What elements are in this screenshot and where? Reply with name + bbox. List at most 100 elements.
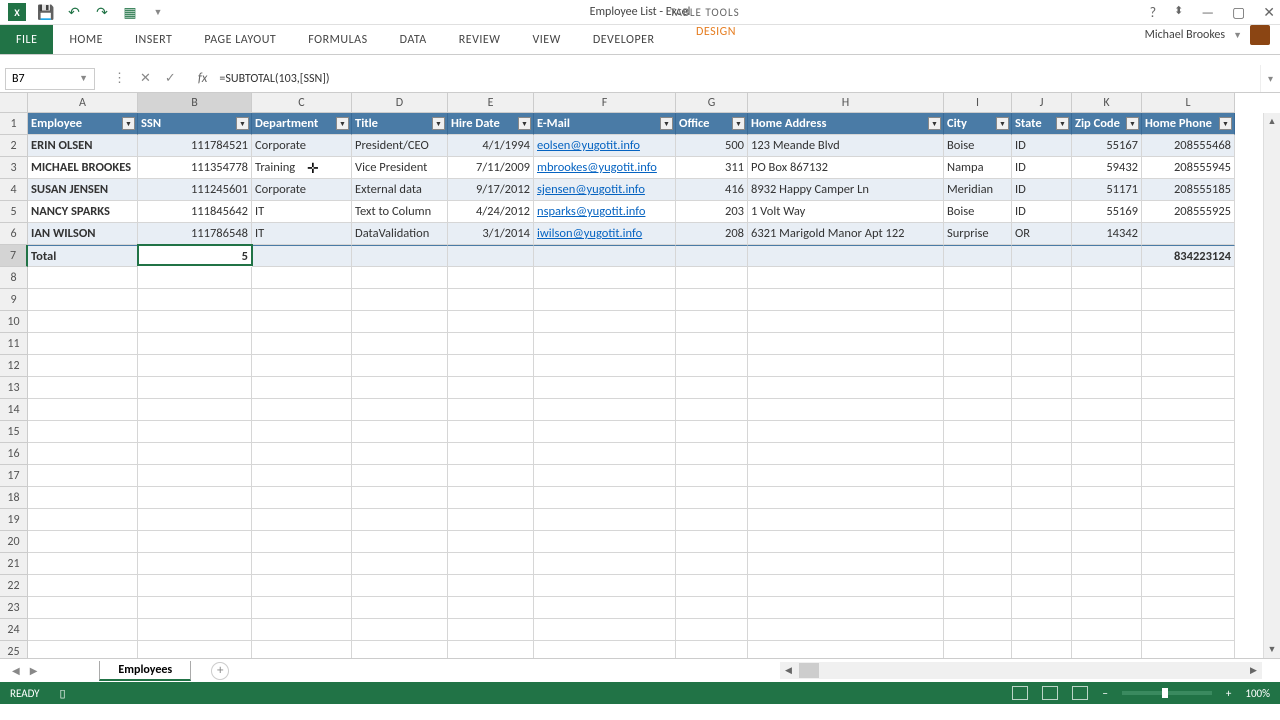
empty-cell[interactable]: [676, 399, 748, 421]
empty-cell[interactable]: [944, 377, 1012, 399]
empty-cell[interactable]: [534, 465, 676, 487]
total-cell[interactable]: [676, 245, 748, 267]
empty-cell[interactable]: [28, 355, 138, 377]
empty-cell[interactable]: [1142, 531, 1235, 553]
tab-developer[interactable]: DEVELOPER: [577, 25, 671, 54]
empty-cell[interactable]: [534, 377, 676, 399]
cell-office[interactable]: 311: [676, 157, 748, 179]
empty-cell[interactable]: [1072, 377, 1142, 399]
column-header[interactable]: I: [944, 93, 1012, 113]
zoom-level[interactable]: 100%: [1245, 687, 1270, 700]
empty-cell[interactable]: [748, 421, 944, 443]
empty-cell[interactable]: [676, 531, 748, 553]
zoom-slider[interactable]: [1122, 691, 1212, 695]
empty-cell[interactable]: [28, 399, 138, 421]
empty-cell[interactable]: [1012, 267, 1072, 289]
tab-page-layout[interactable]: PAGE LAYOUT: [188, 25, 292, 54]
empty-cell[interactable]: [448, 575, 534, 597]
empty-cell[interactable]: [252, 267, 352, 289]
worksheet-grid[interactable]: ABCDEFGHIJKL1Employee▼SSN▼Department▼Tit…: [0, 93, 1280, 658]
cell-office[interactable]: 500: [676, 135, 748, 157]
cell-phone[interactable]: 208555945: [1142, 157, 1235, 179]
empty-cell[interactable]: [1012, 487, 1072, 509]
cell-hire[interactable]: 9/17/2012: [448, 179, 534, 201]
empty-cell[interactable]: [1072, 311, 1142, 333]
empty-cell[interactable]: [1142, 487, 1235, 509]
row-header[interactable]: 6: [0, 223, 28, 245]
empty-cell[interactable]: [138, 575, 252, 597]
empty-cell[interactable]: [1142, 553, 1235, 575]
table-header[interactable]: E-Mail▼: [534, 113, 676, 135]
row-header[interactable]: 4: [0, 179, 28, 201]
filter-icon[interactable]: ▼: [122, 117, 135, 130]
tab-view[interactable]: VIEW: [516, 25, 576, 54]
cell-state[interactable]: ID: [1012, 179, 1072, 201]
zoom-out-icon[interactable]: −: [1102, 687, 1107, 700]
empty-cell[interactable]: [448, 641, 534, 658]
empty-cell[interactable]: [1012, 531, 1072, 553]
table-header[interactable]: Office▼: [676, 113, 748, 135]
table-header[interactable]: Department▼: [252, 113, 352, 135]
empty-cell[interactable]: [1142, 443, 1235, 465]
row-header[interactable]: 16: [0, 443, 28, 465]
cell-title[interactable]: Vice President: [352, 157, 448, 179]
empty-cell[interactable]: [944, 333, 1012, 355]
empty-cell[interactable]: [748, 267, 944, 289]
empty-cell[interactable]: [448, 619, 534, 641]
cell-employee[interactable]: MICHAEL BROOKES: [28, 157, 138, 179]
empty-cell[interactable]: [448, 443, 534, 465]
empty-cell[interactable]: [352, 355, 448, 377]
empty-cell[interactable]: [28, 509, 138, 531]
cell-zip[interactable]: 55167: [1072, 135, 1142, 157]
empty-cell[interactable]: [448, 289, 534, 311]
empty-cell[interactable]: [748, 465, 944, 487]
cell-employee[interactable]: ERIN OLSEN: [28, 135, 138, 157]
cell-hire[interactable]: 4/1/1994: [448, 135, 534, 157]
cell-zip[interactable]: 59432: [1072, 157, 1142, 179]
empty-cell[interactable]: [252, 355, 352, 377]
empty-cell[interactable]: [944, 575, 1012, 597]
empty-cell[interactable]: [534, 289, 676, 311]
cell-ssn[interactable]: 111786548: [138, 223, 252, 245]
macro-icon[interactable]: ▯: [60, 687, 66, 700]
cell-dept[interactable]: Corporate: [252, 135, 352, 157]
empty-cell[interactable]: [252, 421, 352, 443]
customize-icon[interactable]: ▦: [122, 4, 138, 20]
row-header[interactable]: 18: [0, 487, 28, 509]
total-cell[interactable]: [352, 245, 448, 267]
scroll-left-icon[interactable]: ◀: [780, 665, 797, 676]
empty-cell[interactable]: [28, 575, 138, 597]
total-label[interactable]: Total: [28, 245, 138, 267]
row-header[interactable]: 21: [0, 553, 28, 575]
filter-icon[interactable]: ▼: [1056, 117, 1069, 130]
empty-cell[interactable]: [748, 487, 944, 509]
selected-cell[interactable]: 5▼: [137, 244, 253, 266]
empty-cell[interactable]: [28, 421, 138, 443]
column-header[interactable]: K: [1072, 93, 1142, 113]
row-header[interactable]: 23: [0, 597, 28, 619]
empty-cell[interactable]: [138, 465, 252, 487]
row-header[interactable]: 11: [0, 333, 28, 355]
empty-cell[interactable]: [748, 597, 944, 619]
empty-cell[interactable]: [676, 289, 748, 311]
empty-cell[interactable]: [1012, 311, 1072, 333]
empty-cell[interactable]: [448, 355, 534, 377]
empty-cell[interactable]: [28, 487, 138, 509]
empty-cell[interactable]: [28, 267, 138, 289]
cell-city[interactable]: Nampa: [944, 157, 1012, 179]
empty-cell[interactable]: [748, 509, 944, 531]
empty-cell[interactable]: [534, 333, 676, 355]
cell-addr[interactable]: 8932 Happy Camper Ln: [748, 179, 944, 201]
cell-hire[interactable]: 4/24/2012: [448, 201, 534, 223]
empty-cell[interactable]: [352, 377, 448, 399]
add-sheet-button[interactable]: +: [211, 662, 229, 680]
table-header[interactable]: SSN▼: [138, 113, 252, 135]
empty-cell[interactable]: [1142, 509, 1235, 531]
table-header[interactable]: State▼: [1012, 113, 1072, 135]
cell-ssn[interactable]: 111784521: [138, 135, 252, 157]
empty-cell[interactable]: [352, 399, 448, 421]
empty-cell[interactable]: [944, 399, 1012, 421]
formula-input[interactable]: =SUBTOTAL(103,[SSN]): [217, 72, 1260, 86]
close-icon[interactable]: ✕: [1263, 4, 1275, 21]
empty-cell[interactable]: [1142, 399, 1235, 421]
